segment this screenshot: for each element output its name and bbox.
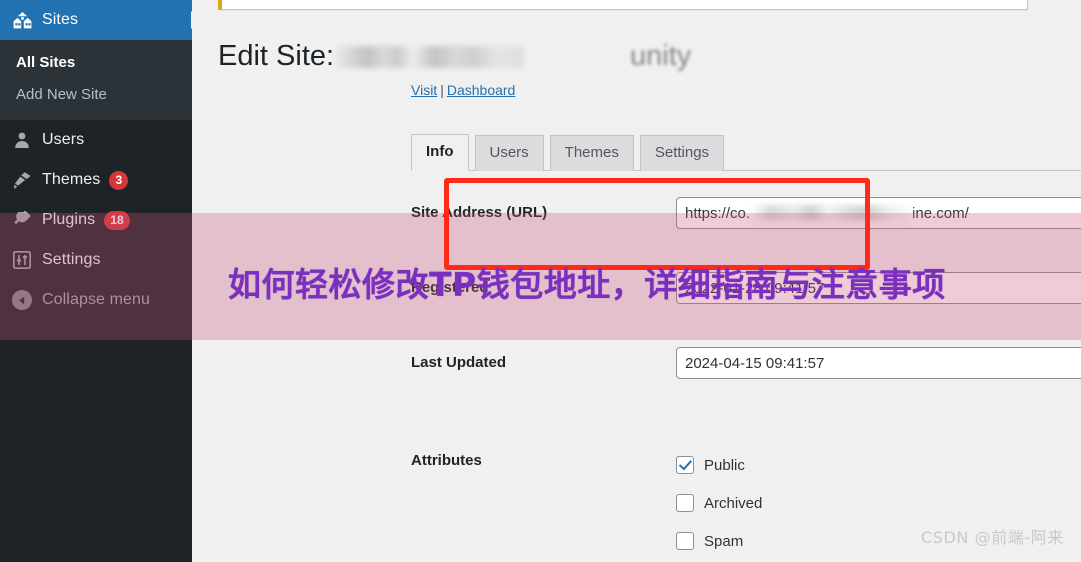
tab-users[interactable]: Users — [474, 135, 544, 171]
label-last-updated: Last Updated — [411, 354, 507, 371]
link-separator: | — [440, 82, 444, 98]
sidebar-item-label-themes: Themes — [42, 171, 101, 188]
sidebar-badge-themes: 3 — [109, 170, 129, 190]
label-site-address: Site Address (URL) — [411, 204, 548, 221]
checkbox-public[interactable] — [676, 456, 694, 474]
site-address-value-prefix: https://co. — [685, 204, 751, 222]
sidebar-subitem-add-new-site[interactable]: Add New Site — [0, 79, 192, 111]
attributes-checkbox-list: Public Archived Spam Deleted — [676, 446, 762, 562]
sidebar-item-plugins[interactable]: Plugins 18 — [0, 200, 192, 240]
checkbox-archived[interactable] — [676, 494, 694, 512]
checkbox-label-spam: Spam — [704, 532, 744, 550]
form-row-last-updated: Last Updated 2024-04-15 09:41:57 — [411, 340, 1081, 415]
admin-sidebar: Sites All Sites Add New Site Users Theme… — [0, 0, 192, 562]
visit-link[interactable]: Visit — [411, 82, 437, 98]
tab-bar: Info Users Themes Settings — [411, 129, 1081, 171]
sidebar-item-label-sites: Sites — [42, 11, 79, 28]
site-address-value-suffix: ine.com/ — [912, 204, 969, 222]
sidebar-item-settings[interactable]: Settings — [0, 240, 192, 280]
screenshot-root: Sites All Sites Add New Site Users Theme… — [0, 0, 1081, 562]
dashboard-link[interactable]: Dashboard — [447, 82, 516, 98]
label-attributes: Attributes — [411, 452, 482, 469]
sidebar-badge-plugins: 18 — [104, 210, 130, 230]
sidebar-item-label-settings: Settings — [42, 251, 101, 268]
page-title: Edit Site: — [218, 38, 525, 74]
checkbox-row-archived[interactable]: Archived — [676, 484, 762, 522]
checkbox-spam[interactable] — [676, 532, 694, 550]
sidebar-collapse-label: Collapse menu — [42, 291, 151, 308]
plugins-icon — [11, 210, 33, 230]
sites-multisite-icon — [11, 10, 33, 30]
sidebar-submenu-sites: All Sites Add New Site — [0, 40, 192, 120]
users-icon — [11, 130, 33, 150]
checkbox-row-public[interactable]: Public — [676, 446, 762, 484]
last-updated-value: 2024-04-15 09:41:57 — [685, 354, 825, 372]
tab-themes[interactable]: Themes — [549, 135, 634, 171]
checkbox-row-spam[interactable]: Spam — [676, 522, 762, 560]
redacted-site-name — [336, 46, 525, 68]
sidebar-collapse-menu[interactable]: Collapse menu — [0, 280, 192, 320]
last-updated-input[interactable]: 2024-04-15 09:41:57 — [676, 347, 1081, 379]
sidebar-item-themes[interactable]: Themes 3 — [0, 160, 192, 200]
sidebar-subitem-all-sites[interactable]: All Sites — [0, 47, 192, 79]
checkbox-label-public: Public — [704, 456, 745, 474]
checkbox-label-archived: Archived — [704, 494, 763, 512]
sidebar-item-users[interactable]: Users — [0, 120, 192, 160]
sidebar-item-label-plugins: Plugins — [42, 211, 96, 228]
site-links: Visit | Dashboard — [411, 82, 515, 98]
page-title-redacted-tail: unity — [630, 40, 692, 72]
admin-notice — [218, 0, 1028, 10]
sidebar-item-sites[interactable]: Sites — [0, 0, 192, 40]
csdn-watermark: CSDN @前端-阿来 — [920, 528, 1064, 547]
themes-icon — [11, 170, 33, 190]
form-row-site-address: Site Address (URL) https://co. ine.com/ — [411, 190, 1081, 265]
sidebar-item-label-users: Users — [42, 131, 85, 148]
tab-settings[interactable]: Settings — [639, 135, 725, 171]
site-address-redacted — [751, 205, 912, 221]
page-title-text: Edit Site: — [218, 40, 335, 72]
site-address-input[interactable]: https://co. ine.com/ — [676, 197, 1081, 229]
settings-icon — [11, 250, 33, 270]
tab-info[interactable]: Info — [411, 134, 469, 171]
collapse-left-icon — [11, 290, 33, 310]
overlay-headline-text: 如何轻松修改TP钱包地址，详细指南与注意事项 — [228, 265, 946, 304]
